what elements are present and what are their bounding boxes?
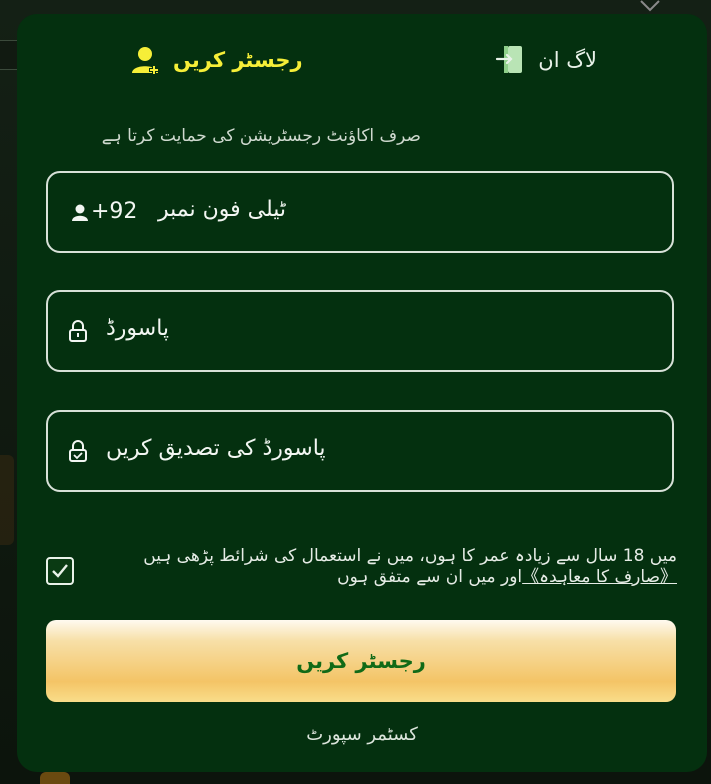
- background-decoration-bottom: [40, 772, 70, 784]
- phone-country-code: +92: [91, 199, 138, 224]
- background-decoration: [0, 455, 14, 545]
- confirm-password-field[interactable]: پاسورڈ کی تصدیق کریں: [46, 410, 674, 492]
- user-icon: [70, 203, 90, 225]
- door-enter-icon: [494, 43, 528, 77]
- customer-support-link[interactable]: کسٹمر سپورٹ: [17, 724, 707, 745]
- checkmark-icon: [52, 564, 68, 578]
- phone-field[interactable]: +92 ٹیلی فون نمبر: [46, 171, 674, 253]
- auth-tabs: لاگ ان رجسٹر کریں: [17, 14, 707, 104]
- phone-input-placeholder: ٹیلی فون نمبر: [158, 197, 287, 222]
- tab-login[interactable]: لاگ ان: [494, 42, 597, 78]
- register-modal: لاگ ان رجسٹر کریں صرف اکاؤنٹ رجسٹریشن کی…: [17, 14, 707, 772]
- agreement-checkbox[interactable]: [46, 557, 74, 585]
- tab-register-label: رجسٹر کریں: [173, 48, 303, 72]
- lock-check-icon: [68, 440, 88, 462]
- tab-register[interactable]: رجسٹر کریں: [129, 42, 303, 78]
- password-input-placeholder: پاسورڈ: [106, 316, 170, 341]
- registration-hint: صرف اکاؤنٹ رجسٹریشن کی حمایت کرتا ہے: [101, 126, 421, 146]
- confirm-password-input-placeholder: پاسورڈ کی تصدیق کریں: [106, 436, 326, 461]
- lock-icon: [68, 320, 88, 342]
- agreement-text: میں 18 سال سے زیادہ عمر کا ہوں، میں نے ا…: [92, 546, 677, 588]
- user-agreement-link[interactable]: 《صارف کا معاہدہ》: [522, 567, 677, 587]
- tab-login-label: لاگ ان: [538, 48, 597, 72]
- agreement-text-end: اور میں ان سے متفق ہوں: [337, 567, 523, 587]
- close-icon[interactable]: [639, 0, 661, 14]
- register-submit-button[interactable]: رجسٹر کریں: [46, 620, 676, 702]
- agreement-text-main: میں 18 سال سے زیادہ عمر کا ہوں، میں نے ا…: [143, 546, 677, 566]
- password-field[interactable]: پاسورڈ: [46, 290, 674, 372]
- add-user-icon: [129, 43, 163, 77]
